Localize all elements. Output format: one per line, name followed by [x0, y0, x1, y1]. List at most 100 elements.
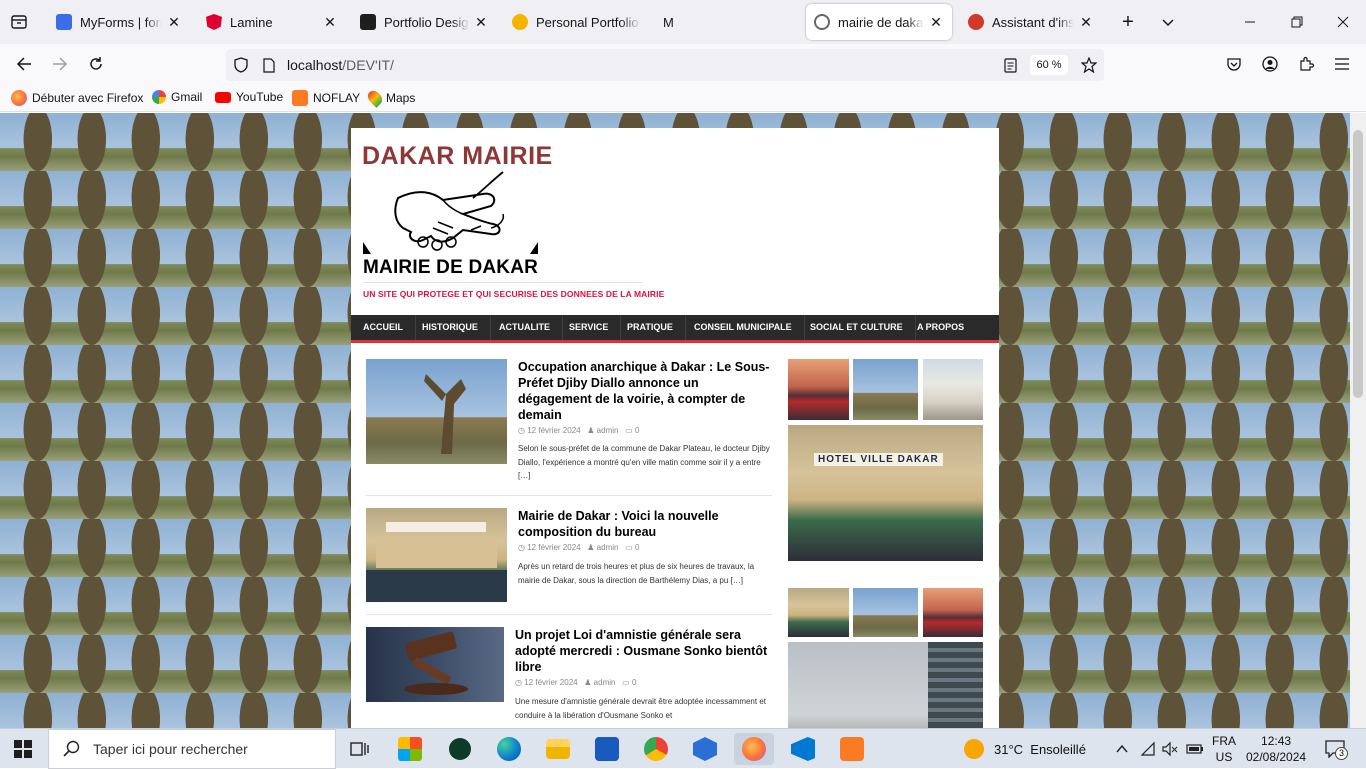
new-tab-icon[interactable]: +	[1118, 11, 1138, 33]
post-thumbnail[interactable]	[366, 627, 504, 702]
close-icon[interactable]: ✕	[1078, 14, 1094, 30]
language-indicator[interactable]: FRA US	[1212, 733, 1236, 765]
xampp-taskbar-icon[interactable]	[832, 733, 872, 765]
tab-lamine[interactable]: Lamine ✕	[198, 4, 346, 40]
back-icon[interactable]	[14, 54, 34, 74]
weather-widget[interactable]: 31°C Ensoleillé	[964, 729, 1086, 769]
tab-title: Lamine	[230, 14, 273, 30]
bookmark-youtube[interactable]: YouTube	[215, 90, 283, 104]
forward-icon[interactable]	[50, 54, 70, 74]
menu-item-historique[interactable]: HISTORIQUE	[410, 315, 491, 340]
task-view-icon[interactable]	[340, 733, 380, 765]
temperature: 31°C	[994, 741, 1024, 757]
clock-time: 12:43	[1261, 734, 1292, 748]
menu-item-social-et-culture[interactable]: SOCIAL ET CULTURE	[798, 315, 916, 340]
bookmark-star-icon[interactable]	[1080, 56, 1098, 74]
post-excerpt: Une mesure d'amnistie générale devrait ê…	[515, 697, 766, 720]
clock-icon: ◷	[518, 543, 525, 552]
network-icon[interactable]	[1140, 741, 1156, 757]
vscode-icon[interactable]	[783, 733, 823, 765]
reader-view-icon[interactable]	[1002, 57, 1018, 73]
post-title[interactable]: Occupation anarchique à Dakar : Le Sous-…	[518, 359, 772, 423]
gallery-thumb[interactable]	[923, 588, 983, 637]
post-author[interactable]: admin	[594, 678, 616, 687]
post-title[interactable]: Mairie de Dakar : Voici la nouvelle comp…	[518, 508, 772, 540]
taskbar-search-box[interactable]: Taper ici pour rechercher	[48, 729, 336, 769]
microsoft-store-icon[interactable]	[390, 733, 430, 765]
bookmark-gmail[interactable]: Gmail	[152, 90, 202, 104]
gallery-thumb[interactable]	[853, 588, 918, 637]
close-icon[interactable]: ✕	[928, 14, 944, 30]
volume-mute-icon[interactable]	[1162, 741, 1178, 757]
post-thumbnail[interactable]	[366, 508, 507, 602]
post-date[interactable]: 12 février 2024	[527, 426, 580, 435]
windows-start-icon[interactable]	[14, 740, 32, 758]
installer-favicon-icon	[968, 14, 984, 30]
menu-item-actualite[interactable]: ACTUALITE	[487, 315, 563, 340]
menu-item-conseil-municipale[interactable]: CONSEIL MUNICIPALE	[682, 315, 805, 340]
gallery-thumb[interactable]	[788, 588, 849, 637]
notifications-icon[interactable]: 3	[1322, 738, 1348, 760]
url-text[interactable]: localhost/DEV'IT/	[287, 57, 394, 73]
menu-item-service[interactable]: SERVICE	[557, 315, 622, 340]
close-window-icon[interactable]	[1333, 12, 1353, 32]
extensions-icon[interactable]	[1296, 54, 1316, 74]
post-author[interactable]: admin	[597, 426, 619, 435]
clock[interactable]: 12:43 02/08/2024	[1246, 733, 1306, 765]
zoom-level-button[interactable]: 60 %	[1030, 55, 1068, 75]
battery-icon[interactable]	[1186, 741, 1204, 757]
menu-item-pratique[interactable]: PRATIQUE	[615, 315, 686, 340]
tab-m[interactable]: M	[655, 4, 800, 40]
word-icon[interactable]	[587, 733, 627, 765]
address-bar[interactable]: localhost/DEV'IT/ 60 %	[226, 49, 1104, 81]
tab-personal-portfolio[interactable]: Personal Portfolio	[504, 4, 649, 40]
menu-item-a-propos[interactable]: A PROPOS	[905, 315, 976, 340]
account-icon[interactable]	[1260, 54, 1280, 74]
restore-icon[interactable]	[1287, 12, 1307, 32]
post-title[interactable]: Un projet Loi d'amnistie générale sera a…	[515, 627, 772, 675]
site-title[interactable]: MAIRIE DE DAKAR	[363, 257, 538, 279]
firefox-taskbar-icon[interactable]	[734, 733, 774, 765]
close-icon[interactable]: ✕	[166, 14, 182, 30]
gallery-thumb[interactable]	[923, 359, 983, 420]
post-comments[interactable]: 0	[632, 678, 636, 687]
nodejs-icon[interactable]	[685, 733, 725, 765]
scrollbar-thumb[interactable]	[1353, 130, 1363, 398]
featured-image[interactable]: HOTEL VILLE DAKAR	[788, 425, 983, 561]
close-icon[interactable]: ✕	[473, 14, 489, 30]
page-icon[interactable]	[261, 57, 277, 73]
menu-hamburger-icon[interactable]	[1332, 54, 1352, 74]
file-explorer-icon[interactable]	[538, 733, 578, 765]
tab-portfolio-design[interactable]: Portfolio Design ( ✕	[352, 4, 497, 40]
edge-icon[interactable]	[489, 733, 529, 765]
post-date[interactable]: 12 février 2024	[524, 678, 577, 687]
mongodb-compass-icon[interactable]	[440, 733, 480, 765]
bookmark-maps[interactable]: Maps	[365, 88, 415, 108]
tab-overview-icon[interactable]	[10, 13, 28, 31]
reload-icon[interactable]	[86, 54, 106, 74]
post-author[interactable]: admin	[597, 543, 619, 552]
bookmark-label: NOFLAY	[313, 91, 361, 105]
chevron-down-icon[interactable]	[1158, 12, 1178, 32]
gallery-thumb[interactable]	[853, 359, 918, 420]
pocket-icon[interactable]	[1224, 54, 1244, 74]
post-thumbnail[interactable]	[366, 359, 507, 464]
bookmark-noflay[interactable]: NOFLAY	[292, 90, 360, 106]
post-comments[interactable]: 0	[635, 543, 639, 552]
post-date[interactable]: 12 février 2024	[527, 543, 580, 552]
tab-mairie-de-dakar[interactable]: mairie de dakar – ✕	[806, 4, 952, 40]
close-icon[interactable]: ✕	[322, 14, 338, 30]
gallery-thumb[interactable]	[788, 359, 849, 420]
post-comments[interactable]: 0	[635, 426, 639, 435]
chevron-up-icon[interactable]	[1114, 741, 1130, 757]
menu-item-accueil[interactable]: ACCUEIL	[351, 315, 416, 340]
logo-text: DAKAR MAIRIE	[362, 142, 553, 170]
tab-assistant-installation[interactable]: Assistant d'install ✕	[960, 4, 1102, 40]
bookmark-firefox[interactable]: Débuter avec Firefox	[11, 90, 143, 106]
chrome-icon[interactable]	[636, 733, 676, 765]
youtube-icon	[215, 91, 231, 103]
shield-icon[interactable]	[233, 57, 249, 73]
featured-image[interactable]	[788, 642, 983, 728]
minimize-icon[interactable]	[1240, 12, 1260, 32]
tab-myforms[interactable]: MyForms | forms. ✕	[48, 4, 190, 40]
